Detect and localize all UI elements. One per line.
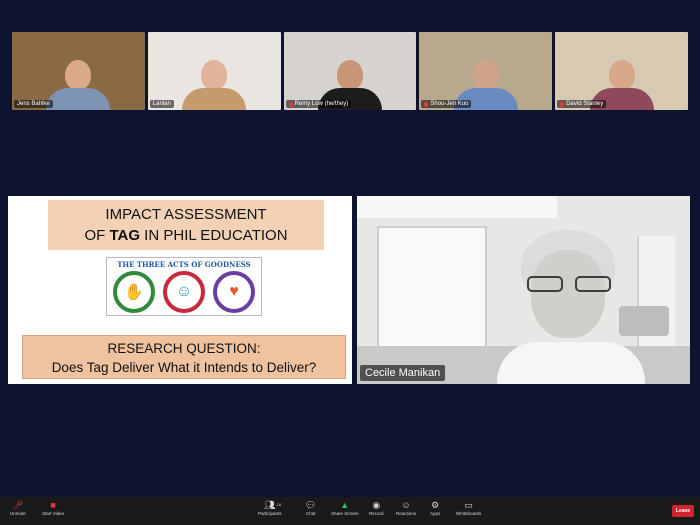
participant-name-tag: Jens Bahlke: [14, 100, 53, 108]
hand-icon: ✋: [113, 271, 155, 313]
participant-strip: Jens Bahlke Lanlan Remy Low (he/they) Sh…: [12, 32, 688, 110]
participant-tile[interactable]: Jens Bahlke: [12, 32, 145, 110]
participant-tile[interactable]: David Stanley: [555, 32, 688, 110]
meeting-toolbar: 🎤︎ Unmute ■ Start Video 👥︎ 18 Participant…: [0, 497, 700, 525]
reactions-icon: ☺: [401, 500, 411, 510]
whiteboard-icon: ▭: [464, 500, 473, 510]
participant-tile[interactable]: Shou-Jen Kuo: [419, 32, 553, 110]
three-acts-of-goodness-logo: THE THREE ACTS OF GOODNESS ✋ ☺ ♥: [106, 257, 262, 316]
speaker-person: [497, 230, 645, 384]
heart-icon: ♥: [213, 271, 255, 313]
participant-tile[interactable]: Remy Low (he/they): [283, 32, 417, 110]
active-speaker-video[interactable]: Cecile Manikan: [357, 196, 690, 384]
leave-button[interactable]: Leave: [672, 505, 694, 517]
shared-screen-slide: IMPACT ASSESSMENT OF TAG IN PHIL EDUCATI…: [8, 196, 352, 384]
participant-video: [46, 60, 111, 110]
participants-icon: 👥︎ 18: [264, 500, 281, 510]
research-question-box: RESEARCH QUESTION: Does Tag Deliver What…: [22, 335, 346, 379]
smile-icon: ☺: [163, 271, 205, 313]
chat-icon: 💬︎: [305, 500, 317, 510]
participant-name-tag: Shou-Jen Kuo: [421, 100, 472, 108]
apps-icon: ⚙: [431, 500, 440, 510]
participants-button[interactable]: 👥︎ 18 Participants: [258, 499, 282, 516]
chat-button[interactable]: 💬︎ Chat: [305, 499, 316, 516]
participant-name-tag: Lanlan: [149, 100, 174, 108]
participant-video: [182, 60, 247, 110]
muted-mic-icon: [288, 101, 293, 107]
start-video-button[interactable]: ■ Start Video: [42, 499, 64, 516]
unmute-button[interactable]: 🎤︎ Unmute: [10, 499, 26, 516]
participant-tile[interactable]: Lanlan: [147, 32, 281, 110]
reactions-button[interactable]: ☺ Reactions: [396, 499, 416, 516]
video-off-icon: ■: [50, 500, 56, 510]
participant-name-tag: David Stanley: [557, 100, 607, 108]
record-icon: ◉: [372, 500, 381, 510]
muted-mic-icon: [424, 101, 429, 107]
apps-button[interactable]: ⚙ Apps: [430, 499, 440, 516]
muted-mic-icon: [560, 101, 565, 107]
participant-name-tag: Remy Low (he/they): [285, 100, 352, 108]
share-screen-button[interactable]: ▲ Share Screen: [331, 499, 359, 516]
whiteboards-button[interactable]: ▭ Whiteboards: [456, 499, 481, 516]
microphone-off-icon: 🎤︎: [12, 500, 24, 510]
speaker-name-tag: Cecile Manikan: [360, 365, 446, 381]
slide-title: IMPACT ASSESSMENT OF TAG IN PHIL EDUCATI…: [48, 200, 324, 250]
record-button[interactable]: ◉ Record: [369, 499, 384, 516]
share-screen-icon: ▲: [340, 500, 350, 510]
